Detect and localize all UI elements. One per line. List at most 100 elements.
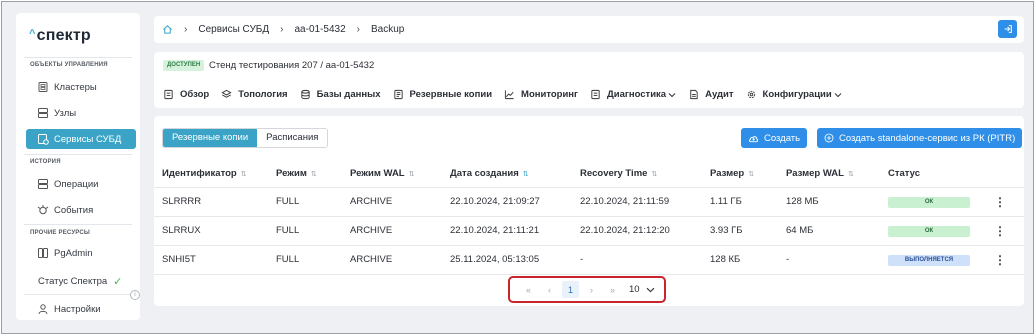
stand-title: Стенд тестирования 207 / aa-01-5432 <box>209 60 375 71</box>
sidebar-item-dbms-services[interactable]: Сервисы СУБД <box>26 129 136 149</box>
sidebar-item-nodes[interactable]: Узлы <box>26 103 136 123</box>
sidebar-item-settings[interactable]: Настройки <box>26 299 136 319</box>
divider <box>24 154 132 155</box>
status-badge: ДОСТУПЕН <box>163 60 205 71</box>
cell-actions: ⋮ <box>994 216 1024 246</box>
page-size-select[interactable]: 10 <box>629 284 655 295</box>
column-header[interactable]: Идентификатор ⇅ <box>154 160 276 188</box>
tab-monitoring[interactable]: Мониторинг <box>504 89 578 100</box>
check-icon: ✓ <box>113 276 123 288</box>
tab-label: Конфигурации <box>762 89 832 100</box>
status-badge: ОК <box>888 197 970 208</box>
next-page-button[interactable]: › <box>583 281 600 298</box>
tab-diagnostics[interactable]: Диагностика <box>590 89 676 100</box>
spectr-status[interactable]: Статус Спектра ✓ <box>38 275 122 288</box>
cell-created: 22.10.2024, 21:09:27 <box>450 187 580 217</box>
pagination: « ‹ 1 › » 10 <box>508 276 666 303</box>
overview-icon <box>163 89 174 100</box>
cell-status: ОК <box>888 216 994 246</box>
app-window: ^спектр ОБЪЕКТЫ УПРАВЛЕНИЯ Кластеры Узлы… <box>1 1 1034 334</box>
more-vertical-icon[interactable]: ⋮ <box>994 195 1006 209</box>
breadcrumb: › Сервисы СУБД › aa-01-5432 › Backup <box>154 16 1024 43</box>
tab-overview[interactable]: Обзор <box>163 89 209 100</box>
tab-audit[interactable]: Аудит <box>688 89 734 100</box>
table-row[interactable]: SLRRUX FULL ARCHIVE 22.10.2024, 21:11:21… <box>154 216 1024 246</box>
more-vertical-icon[interactable]: ⋮ <box>994 224 1006 238</box>
diagnostics-icon <box>590 89 601 100</box>
sidebar-item-clusters[interactable]: Кластеры <box>26 77 136 97</box>
tab-topology[interactable]: Топология <box>221 89 288 100</box>
sidebar-item-pgadmin[interactable]: PgAdmin <box>26 243 136 263</box>
backups-icon <box>393 89 404 100</box>
sidebar-item-events[interactable]: События <box>26 200 136 220</box>
column-header: Статус <box>888 160 994 188</box>
column-header[interactable]: Recovery Time ⇅ <box>580 160 710 188</box>
plus-circle-icon <box>824 133 834 143</box>
table-row[interactable]: SNHI5T FULL ARCHIVE 25.11.2024, 05:13:05… <box>154 245 1024 275</box>
backups-table: Идентификатор ⇅ Режим ⇅ Режим WAL ⇅ Дата со… <box>154 160 1024 275</box>
prev-page-button[interactable]: ‹ <box>541 281 558 298</box>
table-row[interactable]: SLRRRR FULL ARCHIVE 22.10.2024, 21:09:27… <box>154 187 1024 217</box>
cell-id: SNHI5T <box>154 245 276 275</box>
sidebar-item-operations[interactable]: Операции <box>26 174 136 194</box>
user-icon <box>36 303 49 316</box>
chevron-down-icon <box>668 92 676 98</box>
create-button[interactable]: Создать <box>741 128 808 148</box>
cell-id: SLRRUX <box>154 216 276 246</box>
logo-text: спектр <box>36 27 91 44</box>
cell-size: 3.93 ГБ <box>710 216 786 246</box>
tab-label: Диагностика <box>607 89 667 100</box>
sort-icon: ⇅ <box>651 170 658 178</box>
tab-label: Мониторинг <box>521 89 578 100</box>
create-pitr-button[interactable]: Создать standalone-сервис из РК (PITR) <box>817 128 1023 148</box>
server-icon <box>36 107 49 120</box>
cell-status: ОК <box>888 187 994 217</box>
table-header-row: Идентификатор ⇅ Режим ⇅ Режим WAL ⇅ Дата со… <box>154 160 1024 188</box>
column-header-actions <box>994 160 1024 188</box>
last-page-button[interactable]: » <box>604 281 621 298</box>
cell-size: 1.11 ГБ <box>710 187 786 217</box>
cell-wal-size: 128 МБ <box>786 187 888 217</box>
tab-backups-list[interactable]: Резервные копии <box>163 129 258 147</box>
tab-configurations[interactable]: Конфигурации <box>746 89 842 100</box>
cell-mode: FULL <box>276 216 350 246</box>
tab-databases[interactable]: Базы данных <box>300 89 381 100</box>
column-header[interactable]: Размер WAL ⇅ <box>786 160 888 188</box>
tab-backups[interactable]: Резервные копии <box>393 89 492 100</box>
logo-caret: ^ <box>29 28 36 40</box>
home-icon[interactable] <box>162 24 173 35</box>
cell-status: ВЫПОЛНЯЕТСЯ <box>888 245 994 275</box>
tab-label: Базы данных <box>316 89 381 100</box>
cell-wal-mode: ARCHIVE <box>350 216 450 246</box>
sort-icon: ⇅ <box>310 170 317 178</box>
sort-icon: ⇅ <box>240 170 247 178</box>
column-header[interactable]: Дата создания ⇅ <box>450 160 580 188</box>
cell-created: 22.10.2024, 21:11:21 <box>450 216 580 246</box>
cell-wal-size: 64 МБ <box>786 216 888 246</box>
logo[interactable]: ^спектр <box>29 27 91 45</box>
column-header[interactable]: Режим ⇅ <box>276 160 350 188</box>
page-button-current[interactable]: 1 <box>562 281 579 298</box>
monitoring-icon <box>504 89 515 100</box>
create-button-label: Создать <box>764 132 801 144</box>
chevron-down-icon <box>834 92 842 98</box>
cell-wal-size: - <box>786 245 888 275</box>
column-header[interactable]: Размер ⇅ <box>710 160 786 188</box>
first-page-button[interactable]: « <box>520 281 537 298</box>
service-nav: Обзор Топология Базы данных Резервные ко… <box>163 89 854 100</box>
column-header[interactable]: Режим WAL ⇅ <box>350 160 450 188</box>
spectr-status-label: Статус Спектра <box>38 276 108 287</box>
exit-button[interactable] <box>998 20 1017 38</box>
tab-schedules[interactable]: Расписания <box>257 129 328 147</box>
databases-icon <box>300 89 311 100</box>
more-vertical-icon[interactable]: ⋮ <box>994 253 1006 267</box>
breadcrumb-item[interactable]: aa-01-5432 <box>294 24 345 35</box>
cell-recovery-time: 22.10.2024, 21:11:59 <box>580 187 710 217</box>
events-icon <box>36 204 49 217</box>
cell-size: 128 КБ <box>710 245 786 275</box>
sidebar-item-label: События <box>54 204 94 216</box>
sidebar-item-label: Узлы <box>54 107 77 119</box>
status-badge: ВЫПОЛНЯЕТСЯ <box>888 255 970 266</box>
cell-recovery-time: 22.10.2024, 21:12:20 <box>580 216 710 246</box>
breadcrumb-item[interactable]: Сервисы СУБД <box>198 24 269 35</box>
